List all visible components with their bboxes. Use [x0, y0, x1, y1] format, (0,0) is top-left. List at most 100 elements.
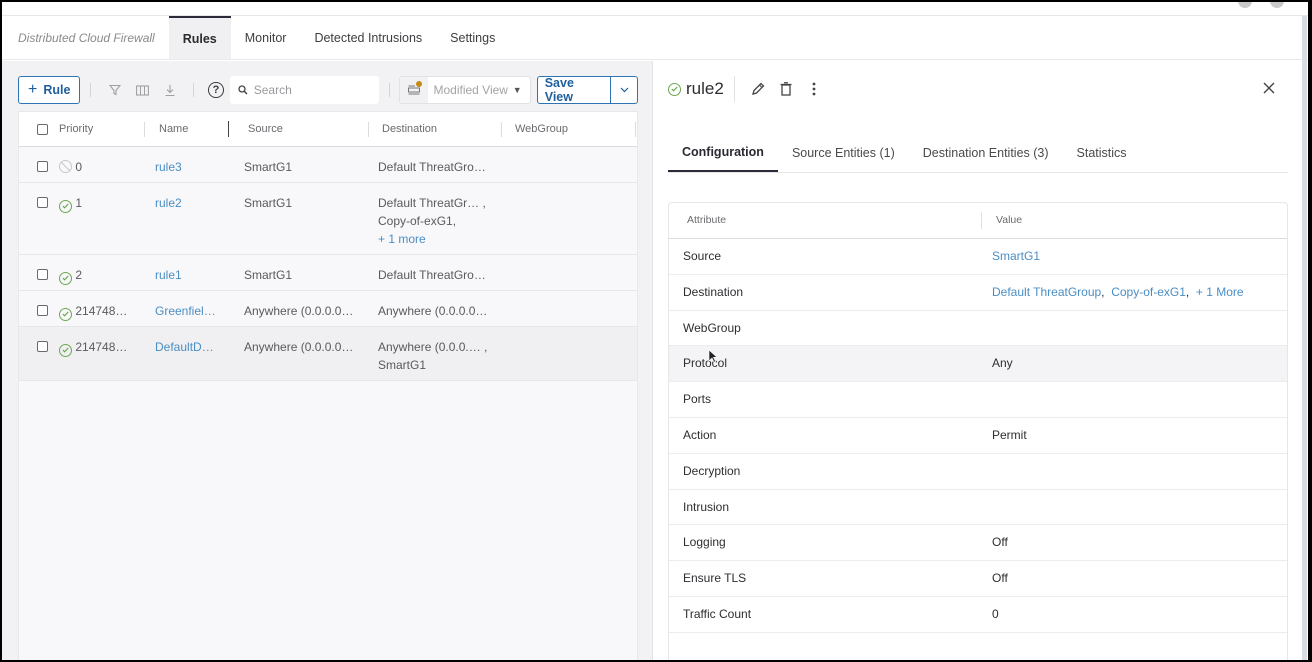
rules-panel: + Rule ? Search Modified View ▼ Save Vie… [2, 61, 653, 660]
row-checkbox[interactable] [37, 341, 48, 352]
edit-icon[interactable] [747, 78, 769, 100]
attribute-value-cell: Off [992, 535, 1008, 549]
attribute-value-link[interactable]: SmartG1 [992, 249, 1040, 263]
tab-source-entities[interactable]: Source Entities (1) [778, 133, 909, 172]
attribute-key: Protocol [683, 356, 728, 371]
top-menu-icon[interactable] [1270, 2, 1284, 8]
attribute-key: Decryption [683, 463, 741, 478]
column-header-source[interactable]: Source [248, 112, 283, 146]
attribute-row: Protocol Any [669, 346, 1287, 383]
app-window: Distributed Cloud Firewall Rules Monitor… [2, 2, 1308, 660]
row-checkbox[interactable] [37, 161, 48, 172]
attribute-row: Traffic Count 0 [669, 597, 1287, 633]
row-checkbox[interactable] [37, 305, 48, 316]
attribute-row: Destination Default ThreatGroup, Copy-of-… [669, 275, 1287, 311]
column-divider[interactable] [635, 122, 636, 137]
attribute-table-body: Source SmartG1 Destination Default ThreatGr… [669, 239, 1287, 633]
more-destinations-link[interactable]: + 1 more [378, 230, 486, 248]
scrollbar[interactable] [1302, 16, 1307, 660]
column-header-priority[interactable]: Priority [59, 112, 93, 146]
attribute-value-cell: SmartG1 [992, 249, 1040, 263]
filter-icon[interactable] [105, 80, 124, 100]
close-icon[interactable] [1258, 77, 1280, 99]
priority-value: 1 [75, 196, 83, 210]
rules-toolbar: + Rule ? Search Modified View ▼ Save Vie… [18, 75, 638, 105]
search-field[interactable] [229, 76, 379, 104]
tab-destination-entities[interactable]: Destination Entities (3) [909, 133, 1063, 172]
table-row[interactable]: 214748… DefaultD… Anywhere (0.0.0.0… Anywhe… [19, 327, 637, 381]
add-rule-button[interactable]: + Rule [18, 76, 81, 104]
attribute-key: WebGroup [683, 320, 741, 335]
attribute-key: Source [683, 249, 722, 263]
download-icon[interactable] [160, 80, 179, 100]
attribute-row: Ensure TLS Off [669, 561, 1287, 597]
detail-title: rule2 [686, 79, 724, 98]
table-body: 0 rule3 SmartG1 Default ThreatGro… 1 rule2 Sm… [19, 147, 637, 381]
column-header-webgroup[interactable]: WebGroup [515, 112, 568, 146]
save-view-dropdown-button[interactable] [611, 77, 637, 103]
tab-monitor[interactable]: Monitor [231, 16, 301, 59]
top-avatar-icon[interactable] [1238, 2, 1252, 8]
rules-table: Priority Name Source Destination WebGrou… [18, 111, 638, 660]
status-enabled-icon [59, 199, 72, 213]
attribute-value: Off [992, 571, 1008, 586]
rule-name-link[interactable]: rule2 [155, 194, 182, 212]
attribute-key: Destination [683, 284, 744, 299]
table-row[interactable]: 2 rule1 SmartG1 Default ThreatGro… [19, 255, 637, 291]
row-checkbox[interactable] [37, 269, 48, 280]
destination-value: Default ThreatGr… , [378, 196, 486, 210]
table-row[interactable]: 0 rule3 SmartG1 Default ThreatGro… [19, 147, 637, 183]
tab-detected-intrusions[interactable]: Detected Intrusions [300, 16, 436, 59]
attribute-row: WebGroup [669, 311, 1287, 347]
destination-cell: Anywhere (0.0.0.… , SmartG1 [378, 338, 487, 374]
row-checkbox[interactable] [37, 197, 48, 208]
attribute-value-cell: Off [992, 571, 1008, 585]
save-view-group: Save View [536, 76, 638, 104]
status-enabled-icon [668, 82, 681, 96]
tab-rules[interactable]: Rules [168, 16, 231, 59]
more-options-icon[interactable] [803, 78, 825, 100]
column-divider[interactable] [368, 122, 369, 137]
attribute-row: Ports [669, 382, 1287, 418]
destination-cell: Anywhere (0.0.0.0… [378, 302, 487, 320]
attribute-table: Attribute Value Source SmartG1 Destination… [668, 202, 1288, 660]
column-header-name[interactable]: Name [159, 112, 188, 146]
help-icon[interactable]: ? [208, 82, 224, 98]
save-view-button[interactable]: Save View [538, 77, 612, 103]
select-all-checkbox[interactable] [37, 123, 48, 135]
rule-name-link[interactable]: DefaultD… [155, 338, 214, 356]
attribute-table-header: Attribute Value [669, 203, 1287, 239]
view-select[interactable]: Modified View ▼ [399, 76, 531, 104]
divider [733, 76, 735, 102]
table-header: Priority Name Source Destination WebGrou… [19, 112, 637, 147]
columns-icon[interactable] [133, 80, 152, 100]
rule-name-link[interactable]: rule1 [155, 266, 182, 284]
column-divider[interactable] [501, 122, 502, 137]
column-divider[interactable] [144, 122, 145, 137]
table-row[interactable]: 214748… Greenfiel… Anywhere (0.0.0.0… Anywh… [19, 291, 637, 327]
top-strip [2, 2, 1308, 16]
plus-icon: + [28, 81, 38, 98]
attribute-value: Any [992, 356, 1013, 371]
status-disabled-icon [59, 160, 72, 173]
attribute-row: Intrusion [669, 490, 1287, 526]
source-value: Anywhere (0.0.0.0… [244, 340, 354, 354]
column-resize-handle[interactable] [228, 121, 229, 137]
attribute-value-link[interactable]: + 1 More [1196, 285, 1244, 299]
tab-statistics[interactable]: Statistics [1063, 133, 1141, 172]
column-header-destination[interactable]: Destination [382, 112, 437, 146]
search-input[interactable] [253, 83, 374, 97]
table-row[interactable]: 1 rule2 SmartG1 Default ThreatGr… , Copy-of-… [19, 183, 637, 255]
tab-settings[interactable]: Settings [436, 16, 509, 59]
tab-configuration[interactable]: Configuration [668, 133, 778, 172]
rule-name-link[interactable]: Greenfiel… [155, 302, 216, 320]
attribute-value-link[interactable]: Default ThreatGroup [992, 285, 1101, 299]
detail-header: rule2 [668, 76, 831, 102]
attribute-value-link[interactable]: Copy-of-exG1 [1111, 285, 1186, 299]
destination-value: Anywhere (0.0.0.0… [378, 304, 488, 318]
rule-name-link[interactable]: rule3 [155, 158, 182, 176]
status-enabled-icon [59, 307, 72, 321]
delete-icon[interactable] [775, 78, 797, 100]
source-value: SmartG1 [244, 196, 293, 210]
status-enabled-icon [59, 343, 72, 357]
